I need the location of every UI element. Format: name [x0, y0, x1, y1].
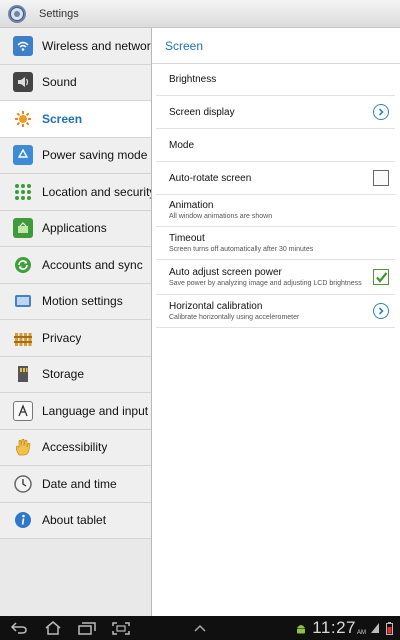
setting-title: Brightness	[169, 74, 217, 85]
sidebar-item-label: Screen	[42, 111, 83, 126]
sidebar-item-label: Location and security	[42, 184, 151, 199]
settings-detail-panel: Screen Brightness Screen display Mode Au…	[152, 28, 400, 616]
auto-rotate-checkbox[interactable]	[373, 170, 389, 186]
recycle-icon	[13, 145, 33, 166]
sidebar-item-label: Motion settings	[42, 294, 123, 309]
chevron-right-icon[interactable]	[373, 104, 389, 120]
android-notification-icon[interactable]	[296, 622, 306, 634]
sidebar-item-sound[interactable]: Sound	[0, 64, 151, 101]
setting-subtitle: Screen turns off automatically after 30 …	[169, 245, 314, 253]
sidebar: Wireless and networks Sound Screen Power…	[0, 28, 152, 616]
sidebar-item-location-and-security[interactable]: Location and security	[0, 174, 151, 211]
keyboard-letter-icon	[13, 400, 33, 421]
setting-subtitle: Save power by analyzing image and adjust…	[169, 279, 362, 287]
sidebar-item-storage[interactable]: Storage	[0, 356, 151, 393]
motion-icon	[13, 291, 33, 311]
signal-icon	[370, 622, 380, 634]
settings-list: Brightness Screen display Mode Auto-rota…	[152, 64, 400, 328]
setting-auto-adjust-screen-power[interactable]: Auto adjust screen power Save power by a…	[156, 260, 395, 295]
sidebar-item-motion-settings[interactable]: Motion settings	[0, 283, 151, 320]
clock-time: 11:27	[312, 618, 356, 637]
panel-title: Screen	[165, 38, 204, 53]
applications-icon	[13, 218, 33, 239]
settings-gear-icon	[6, 3, 28, 25]
setting-title: Auto adjust screen power	[169, 266, 282, 278]
checkmark-icon	[375, 271, 387, 283]
speaker-icon	[13, 72, 33, 93]
wifi-icon	[13, 35, 33, 56]
setting-title: Auto-rotate screen	[169, 172, 252, 184]
storage-card-icon	[13, 364, 33, 384]
brightness-icon	[13, 109, 33, 129]
title-bar: Settings	[0, 0, 400, 28]
info-icon	[13, 510, 33, 530]
clock-icon	[13, 474, 33, 494]
home-icon[interactable]	[43, 621, 63, 635]
sidebar-item-language-and-input[interactable]: Language and input	[0, 393, 151, 430]
back-icon[interactable]	[9, 621, 29, 635]
sidebar-item-label: Power saving mode	[42, 148, 148, 163]
setting-brightness[interactable]: Brightness	[156, 64, 395, 96]
hand-icon	[13, 437, 33, 457]
setting-title: Mode	[169, 139, 195, 151]
sidebar-item-label: Sound	[42, 75, 77, 90]
setting-horizontal-calibration[interactable]: Horizontal calibration Calibrate horizon…	[156, 295, 395, 328]
screenshot-icon[interactable]	[111, 621, 131, 635]
setting-animation[interactable]: Animation All window animations are show…	[156, 195, 395, 227]
sidebar-item-screen[interactable]: Screen	[0, 101, 151, 138]
setting-title: Horizontal calibration	[169, 300, 263, 312]
privacy-fence-icon	[13, 328, 33, 348]
sidebar-item-label: Storage	[42, 367, 85, 382]
sidebar-item-label: Privacy	[42, 330, 82, 345]
sidebar-item-label: Language and input	[42, 403, 149, 418]
recent-apps-icon[interactable]	[77, 621, 97, 635]
sidebar-item-label: Applications	[42, 221, 107, 236]
sidebar-item-wireless-and-networks[interactable]: Wireless and networks	[0, 28, 151, 65]
location-grid-icon	[13, 182, 33, 202]
auto-adjust-power-checkbox[interactable]	[373, 269, 389, 285]
sidebar-item-label: Date and time	[42, 476, 117, 491]
sidebar-item-label: Accounts and sync	[42, 257, 143, 272]
sidebar-item-date-and-time[interactable]: Date and time	[0, 466, 151, 503]
chevron-right-icon[interactable]	[373, 303, 389, 319]
window-title: Settings	[39, 7, 79, 20]
sidebar-item-about-tablet[interactable]: About tablet	[0, 502, 151, 539]
sidebar-item-label: About tablet	[42, 513, 107, 528]
clock-ampm: AM	[357, 630, 366, 636]
sidebar-item-power-saving-mode[interactable]: Power saving mode	[0, 137, 151, 174]
sync-icon	[13, 255, 33, 275]
setting-mode[interactable]: Mode	[156, 129, 395, 162]
sidebar-item-accounts-and-sync[interactable]: Accounts and sync	[0, 247, 151, 284]
setting-screen-display[interactable]: Screen display	[156, 96, 395, 129]
chevron-up-icon[interactable]	[192, 621, 208, 635]
battery-icon	[384, 621, 394, 635]
sidebar-item-applications[interactable]: Applications	[0, 210, 151, 247]
panel-header: Screen	[152, 28, 400, 64]
setting-subtitle: Calibrate horizontally using acceleromet…	[169, 313, 300, 321]
setting-title: Screen display	[169, 106, 235, 118]
setting-title: Animation	[169, 200, 214, 211]
sidebar-item-label: Wireless and networks	[42, 38, 151, 53]
sidebar-item-privacy[interactable]: Privacy	[0, 320, 151, 357]
sidebar-item-accessibility[interactable]: Accessibility	[0, 429, 151, 466]
sidebar-item-label: Accessibility	[42, 440, 108, 455]
status-area[interactable]: 11:27 AM	[292, 616, 394, 640]
setting-subtitle: All window animations are shown	[169, 213, 273, 220]
setting-timeout[interactable]: Timeout Screen turns off automatically a…	[156, 227, 395, 260]
system-navigation-bar: 11:27 AM	[0, 616, 400, 640]
setting-auto-rotate-screen[interactable]: Auto-rotate screen	[156, 162, 395, 195]
setting-title: Timeout	[169, 232, 205, 244]
